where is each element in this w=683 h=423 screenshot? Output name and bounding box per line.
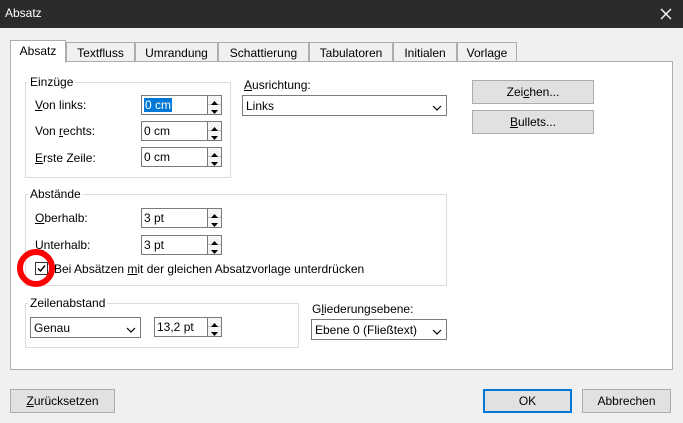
spin-up-icon[interactable] <box>208 122 221 131</box>
chevron-down-icon <box>432 101 442 111</box>
spacing-above-stepper[interactable]: 3 pt <box>141 208 222 228</box>
line-spacing-mode-select[interactable]: Genau <box>30 317 141 338</box>
chevron-down-icon <box>126 323 136 333</box>
spin-up-icon[interactable] <box>208 96 221 105</box>
ok-button[interactable]: OK <box>483 389 572 413</box>
line-spacing-value[interactable]: 13,2 pt <box>157 320 194 334</box>
indent-left-label: Von links: <box>35 98 87 112</box>
reset-button[interactable]: Zurücksetzen <box>10 389 115 413</box>
indents-group-title: Einzüge <box>28 75 76 89</box>
spacing-group-title: Abstände <box>28 187 83 201</box>
line-spacing-mode-value: Genau <box>34 321 71 335</box>
tab-umrandung[interactable]: Umrandung <box>135 42 218 62</box>
close-icon[interactable] <box>655 4 677 24</box>
indent-first-label: Erste Zeile: <box>35 151 96 165</box>
tab-schattierung[interactable]: Schattierung <box>218 42 309 62</box>
outline-level-label: Gliederungsebene: <box>312 302 414 316</box>
bullets-button[interactable]: Bullets... <box>472 110 594 134</box>
spin-down-icon[interactable] <box>208 105 221 114</box>
spin-down-icon[interactable] <box>208 327 221 336</box>
indent-right-label: Von rechts: <box>35 124 96 138</box>
cancel-button[interactable]: Abbrechen <box>582 389 671 413</box>
alignment-label: Ausrichtung: <box>244 78 311 92</box>
spin-down-icon[interactable] <box>208 157 221 166</box>
spacing-below-value[interactable]: 3 pt <box>144 238 164 252</box>
spin-down-icon[interactable] <box>208 131 221 140</box>
line-spacing-stepper[interactable]: 13,2 pt <box>154 317 222 337</box>
outline-level-value: Ebene 0 (Fließtext) <box>315 323 418 337</box>
indent-right-stepper[interactable]: 0 cm <box>141 121 222 141</box>
spin-up-icon[interactable] <box>208 209 221 218</box>
highlight-circle <box>17 249 55 287</box>
window-title: Absatz <box>5 6 42 20</box>
outline-level-select[interactable]: Ebene 0 (Fließtext) <box>311 319 447 340</box>
spacing-above-value[interactable]: 3 pt <box>144 211 164 225</box>
tab-tabulatoren[interactable]: Tabulatoren <box>309 42 393 62</box>
title-bar: Absatz <box>0 0 683 28</box>
tab-textfluss[interactable]: Textfluss <box>66 42 135 62</box>
tab-vorlage[interactable]: Vorlage <box>457 42 517 62</box>
indent-first-value[interactable]: 0 cm <box>144 150 170 164</box>
spin-up-icon[interactable] <box>208 318 221 327</box>
characters-button[interactable]: Zeichen... <box>472 80 594 104</box>
indent-left-stepper[interactable]: 0 cm <box>141 95 222 115</box>
spacing-below-stepper[interactable]: 3 pt <box>141 235 222 255</box>
alignment-value: Links <box>246 99 275 113</box>
spin-down-icon[interactable] <box>208 245 221 254</box>
chevron-down-icon <box>432 325 442 335</box>
spin-down-icon[interactable] <box>208 218 221 227</box>
spacing-above-label: Oberhalb: <box>35 211 88 225</box>
tab-absatz[interactable]: Absatz <box>10 40 66 63</box>
spin-up-icon[interactable] <box>208 148 221 157</box>
indent-right-value[interactable]: 0 cm <box>144 124 170 138</box>
line-spacing-group-title: Zeilenabstand <box>28 296 108 310</box>
spin-up-icon[interactable] <box>208 236 221 245</box>
tab-initialen[interactable]: Initialen <box>393 42 457 62</box>
indent-first-stepper[interactable]: 0 cm <box>141 147 222 167</box>
indent-left-value[interactable]: 0 cm <box>144 98 173 112</box>
suppress-spacing-label[interactable]: Bei Absätzen mit der gleichen Absatzvorl… <box>54 262 364 276</box>
alignment-select[interactable]: Links <box>242 95 447 116</box>
